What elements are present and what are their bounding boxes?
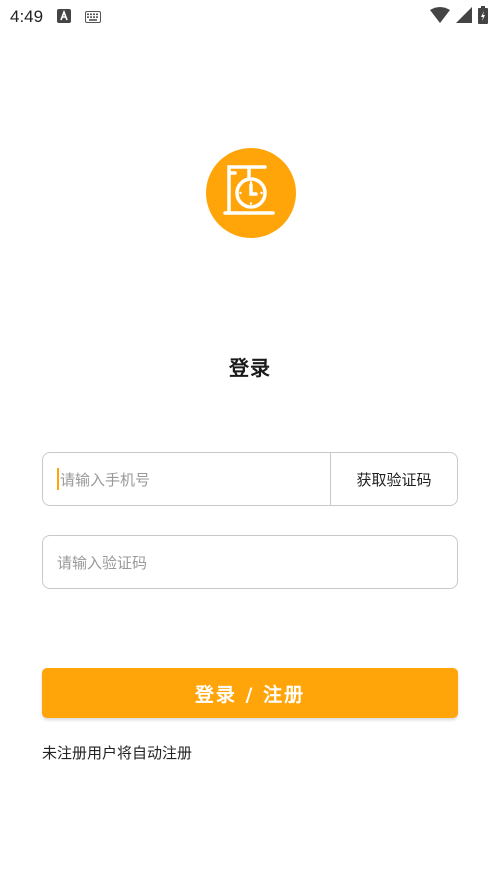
notification-a-icon: [57, 8, 72, 27]
phone-input[interactable]: 请输入手机号: [43, 453, 330, 505]
phone-input-group: 请输入手机号 获取验证码: [42, 452, 458, 506]
clock-sign-icon: [223, 161, 279, 225]
phone-placeholder: 请输入手机号: [60, 470, 151, 489]
signal-icon: [456, 7, 472, 27]
login-register-button[interactable]: 登录 / 注册: [42, 668, 458, 718]
status-bar: 4:49: [0, 0, 500, 34]
page-title: 登录: [229, 356, 271, 380]
app-logo: [206, 148, 296, 238]
code-placeholder: 请输入验证码: [57, 553, 148, 572]
auto-register-hint: 未注册用户将自动注册: [42, 744, 193, 762]
battery-icon: [478, 6, 488, 28]
status-time: 4:49: [10, 7, 44, 26]
verification-code-field[interactable]: 请输入验证码: [42, 535, 458, 589]
wifi-icon: [430, 7, 450, 27]
get-code-button[interactable]: 获取验证码: [330, 453, 457, 505]
keyboard-icon: [85, 8, 102, 27]
text-cursor: [57, 468, 59, 490]
